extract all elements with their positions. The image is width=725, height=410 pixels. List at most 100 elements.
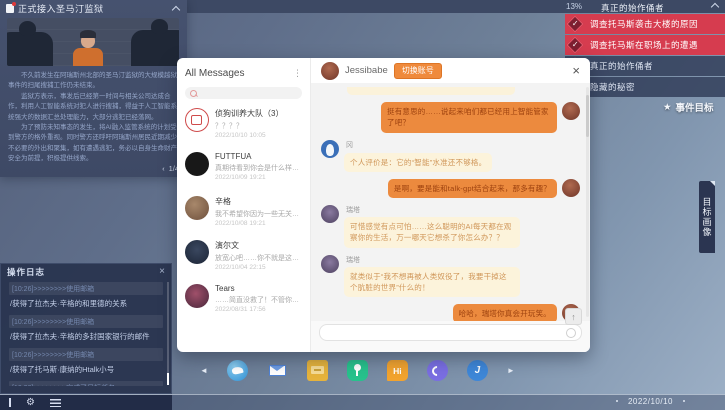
gear-icon[interactable]: ⚙ [26, 398, 35, 408]
task-status-icon: ✓ [567, 36, 584, 53]
news-window: 正式接入圣马汀监狱 66 不久前发生在阿瑞斯州北部的圣马汀监狱的大规模越狱事件的… [0, 0, 187, 177]
contact-time: 2022/10/09 19:21 [215, 174, 302, 181]
message-list: 挺有意思的……说起来咱们都已经用上智能管家了吧？ 冈个人评价是：它的“智能”水准还… [321, 102, 580, 321]
contact-avatar [185, 240, 209, 264]
dock-scroll-left-icon[interactable]: ◄ [200, 366, 208, 375]
log-action: [10:26]>>>>>>>>使用邮箱 [9, 315, 163, 328]
contact-name: 侦狗训养大队（3） [215, 108, 283, 119]
contact-preview: 我不希望你因为一些无关紧要的事… [215, 209, 302, 219]
event-objectives-link[interactable]: ★ 事件目标 [663, 100, 714, 114]
news-paragraph: 监狱方表示，事发后已经第一时间与相关公司达成合作，利用人工智能系统对犯人进行搜捕… [8, 92, 181, 123]
contact-info: Tears……简直没救了！不管你怎么样…2022/08/31 17:56 [215, 284, 302, 318]
contact-name: 演尔文 [215, 240, 302, 251]
app-dock: ◄ Hi J ► [200, 360, 515, 381]
close-icon[interactable]: × [159, 267, 165, 277]
log-scrollbar[interactable] [167, 282, 169, 385]
sender-avatar [321, 205, 339, 223]
date-dot-icon [683, 400, 685, 402]
contact-info: 辛格我不希望你因为一些无关紧要的事…2022/10/08 19:21 [215, 196, 302, 230]
log-scrollbar-thumb[interactable] [167, 373, 169, 385]
collapse-chevron-icon[interactable] [172, 5, 180, 13]
scroll-to-top-button[interactable]: ↑ [565, 308, 582, 325]
message-input[interactable] [320, 325, 581, 340]
chat-message: 瑞塔就类似于“我不想再被人类奴役了，我要干掉这个肮脏的世界”什么的！ [321, 255, 580, 298]
sender-name: 瑞塔 [346, 205, 520, 215]
prisoner-figure [73, 48, 103, 66]
news-app-icon [6, 4, 14, 13]
message-bubble: 是啊，要是能和talk-gpt结合起来，那多有趣？ [388, 179, 557, 198]
objective-title: 真正的始作俑者 [601, 2, 664, 14]
log-result: /获得了拉杰夫·辛格的和里德的关系 [9, 295, 163, 309]
news-paragraph: 为了预防未知事态的发生，将AI融入监管系统的计划受到警方的格外重视。同时警方还呼… [8, 123, 181, 165]
contact-name: FUTTFUA [215, 152, 302, 161]
chat-message: 是啊，要是能和talk-gpt结合起来，那多有趣？ [321, 179, 580, 198]
all-messages-title: All Messages [185, 68, 244, 79]
contact-time: 2022/10/08 19:21 [215, 220, 302, 227]
close-icon[interactable]: × [572, 64, 580, 77]
dock-items: Hi J [227, 360, 488, 381]
operation-log-panel: 操作日志 × [10:26]>>>>>>>>使用邮箱/获得了拉杰夫·辛格的和里德… [0, 263, 172, 394]
contact-item[interactable]: Tears……简直没救了！不管你怎么样…2022/08/31 17:56 [177, 279, 310, 323]
log-result: /获得了拉杰夫·辛格的多封国家银行的邮件 [9, 328, 163, 342]
message-input-bar [311, 321, 590, 352]
contact-item[interactable]: 辛格我不希望你因为一些无关紧要的事…2022/10/08 19:21 [177, 191, 310, 235]
contact-info: FUTTFUA真期待看到你会是什么样的表情。2022/10/09 19:21 [215, 152, 302, 186]
page-prev-icon[interactable]: ‹ [162, 164, 165, 173]
task-label: 真正的始作俑者 [590, 60, 653, 72]
keychain-icon[interactable] [347, 360, 368, 381]
jlink-icon[interactable]: J [467, 360, 488, 381]
send-icon[interactable] [566, 328, 576, 338]
account-name: Jessibabe [345, 65, 388, 76]
task-status-icon: ✓ [567, 15, 584, 32]
notes-icon[interactable] [307, 360, 328, 381]
news-paragraph: 不久前发生在阿瑞斯州北部的圣马汀监狱的大规模越狱事件的扫尾搜捕工作仍未结束。 [8, 71, 181, 92]
task-row[interactable]: ✓ 调查托马斯袭击大楼的原因 [565, 14, 725, 34]
contact-info: 侦狗训养大队（3）？？？？2022/10/10 10:05 [215, 108, 283, 142]
chat-message: 哈哈，瑞塔你真会开玩笑。 [321, 304, 580, 321]
log-action: [10:26]>>>>>>>>使用邮箱 [9, 282, 163, 295]
message-bubble: 个人评价是：它的“智能”水准还不够格。 [344, 153, 492, 172]
avatar [321, 62, 339, 80]
news-titlebar: 正式接入圣马汀监狱 [0, 0, 187, 16]
dock-scroll-right-icon[interactable]: ► [507, 366, 515, 375]
contact-item[interactable]: 演尔文放宽心吧……你不就是这种人么？为…2022/10/04 22:15 [177, 235, 310, 279]
contact-preview: ？？？？ [215, 121, 283, 131]
contact-avatar [185, 152, 209, 176]
chat-message: 挺有意思的……说起来咱们都已经用上智能管家了吧？ [321, 102, 580, 133]
mail-icon[interactable] [267, 360, 288, 381]
contact-item[interactable]: 侦狗训养大队（3）？？？？2022/10/10 10:05 [177, 103, 310, 147]
log-entries: [10:26]>>>>>>>>使用邮箱/获得了拉杰夫·辛格的和里德的关系[10:… [1, 276, 171, 386]
contact-time: 2022/10/04 22:15 [215, 264, 302, 271]
contact-avatar [185, 284, 209, 308]
message-column: 冈个人评价是：它的“智能”水准还不够格。 [344, 140, 492, 172]
log-action: [10:28]>>>>>>>>完成了目标任务 [9, 381, 163, 386]
phone-icon[interactable] [427, 360, 448, 381]
browser-icon[interactable] [227, 360, 248, 381]
search-input[interactable] [200, 89, 297, 98]
message-bubble: 挺有意思的……说起来咱们都已经用上智能管家了吧？ [381, 102, 557, 133]
contact-preview: 放宽心吧……你不就是这种人么？为… [215, 253, 302, 263]
own-avatar [562, 179, 580, 197]
contact-name: 辛格 [215, 196, 302, 207]
task-label: 调查托马斯袭击大楼的原因 [590, 18, 698, 30]
more-menu-icon[interactable]: ⋮ [293, 68, 302, 79]
contact-name: Tears [215, 284, 302, 293]
message-input-box[interactable] [319, 324, 582, 341]
message-bubble: 可惜感觉有点可怕……这么聪明的AI每天都在观察你的生活，万一哪天它想杀了你怎么办… [344, 217, 520, 248]
task-label: 调查托马斯在职场上的遭遇 [590, 39, 698, 51]
contact-preview: ……简直没救了！不管你怎么样… [215, 295, 302, 305]
conversation-header: Jessibabe 切换账号 × [311, 58, 590, 83]
task-list-icon[interactable] [50, 399, 61, 407]
contact-item[interactable]: FUTTFUA真期待看到你会是什么样的表情。2022/10/09 19:21 [177, 147, 310, 191]
hi-chat-icon[interactable]: Hi [387, 360, 408, 381]
task-row[interactable]: ✓ 调查托马斯在职场上的遭遇 [565, 35, 725, 55]
contact-avatar [185, 108, 209, 132]
switch-account-button[interactable]: 切换账号 [394, 63, 442, 79]
chat-scrollbar-thumb[interactable] [586, 95, 589, 137]
star-icon: ★ [663, 102, 672, 113]
search-bar[interactable] [185, 87, 302, 99]
task-label: 隐藏的秘密 [590, 81, 635, 93]
objective-progress: 13% [566, 2, 582, 11]
clipped-message-bubble [347, 87, 515, 95]
target-portrait-tab[interactable]: 目标画像 [699, 181, 715, 253]
